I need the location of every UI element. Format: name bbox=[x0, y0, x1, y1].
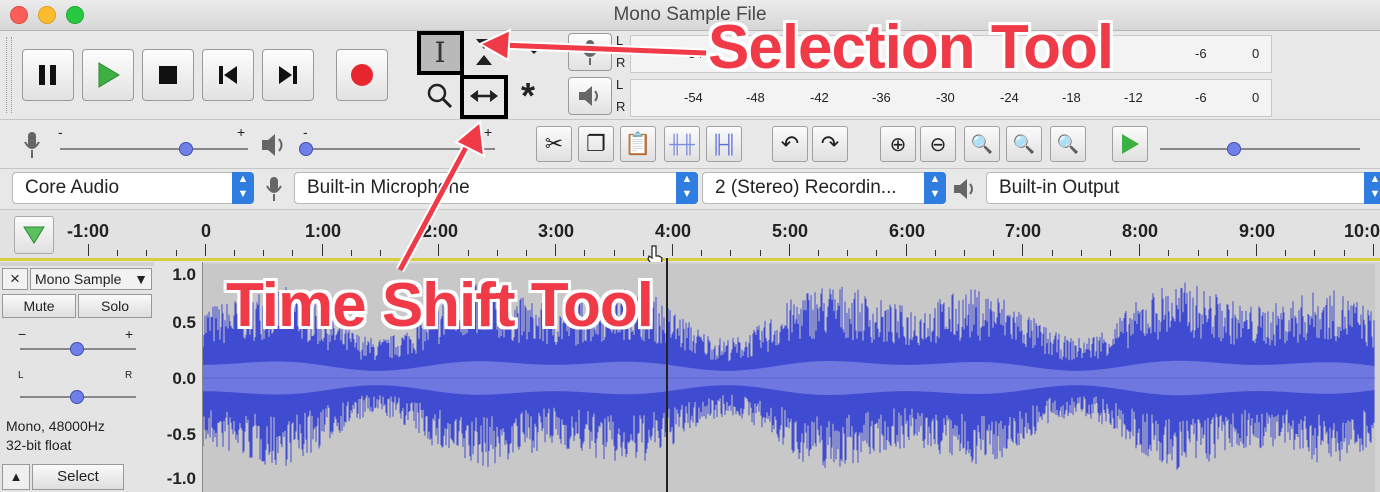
annotation-arrows bbox=[396, 28, 707, 273]
arrow-to-selection-tool bbox=[477, 28, 707, 62]
arrow-to-time-shift-tool bbox=[396, 120, 486, 273]
